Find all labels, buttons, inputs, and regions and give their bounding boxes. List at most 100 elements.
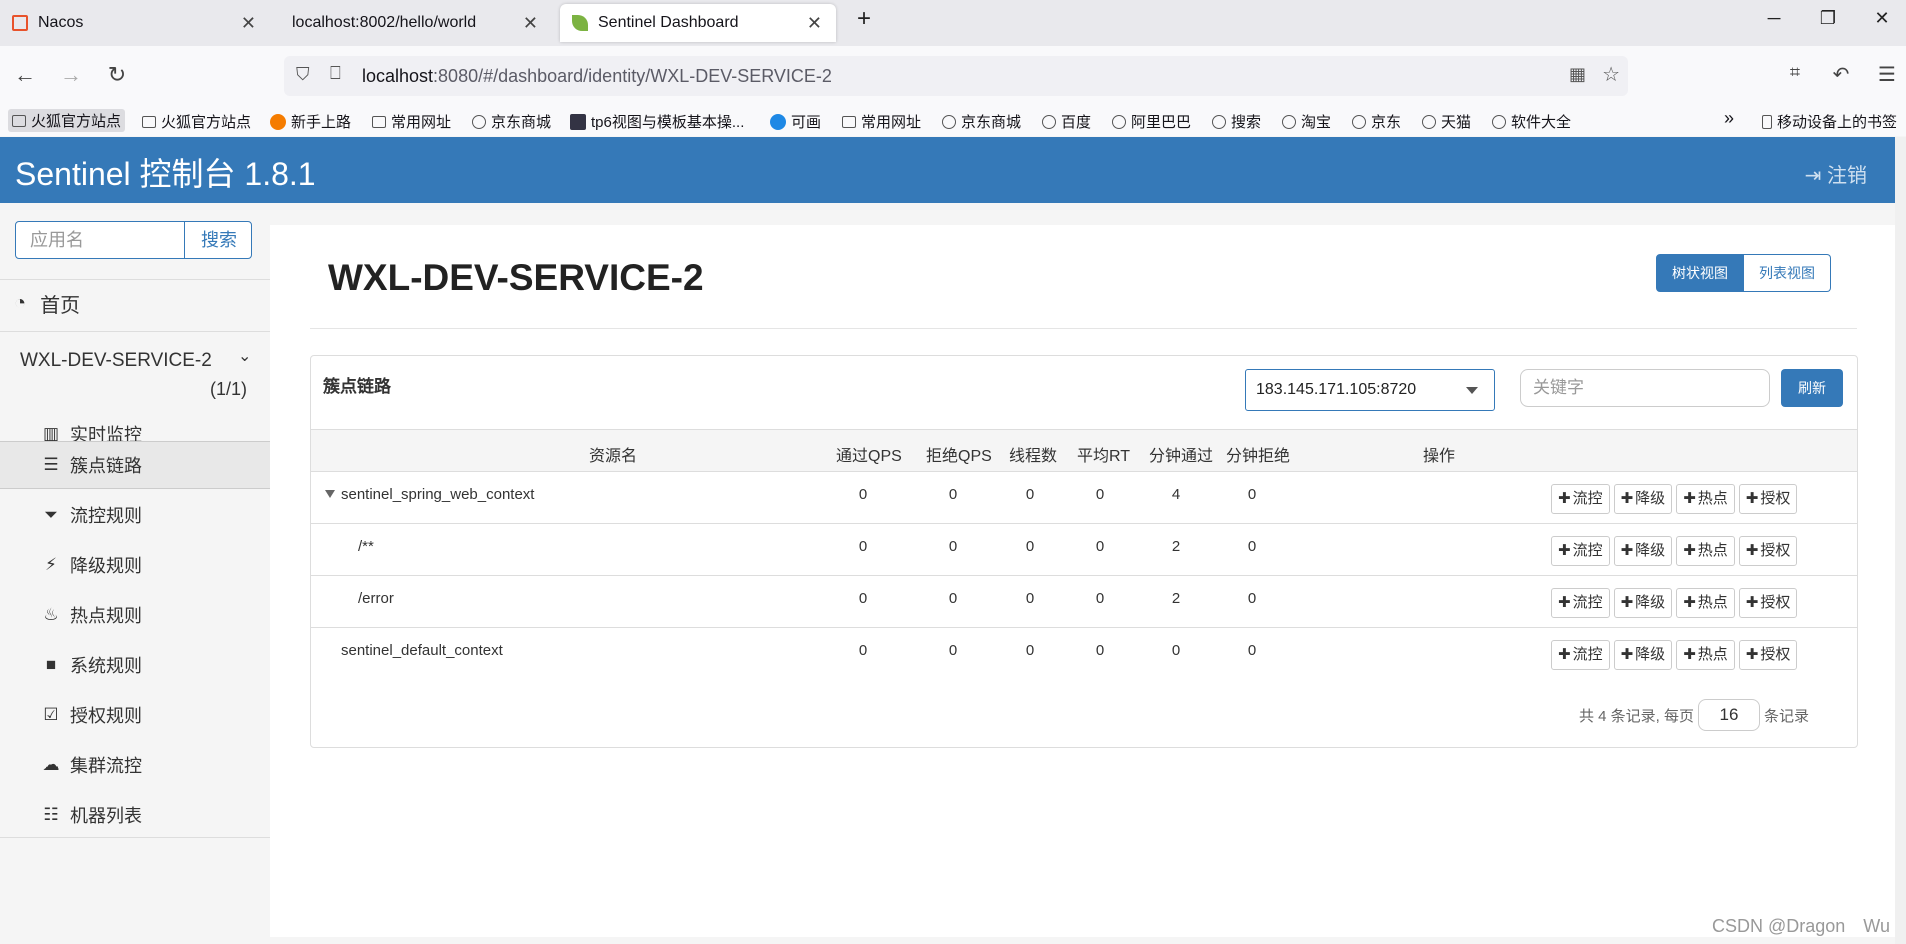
sidebar-item-authority-rules[interactable]: ☑ 授权规则 (0, 691, 270, 739)
back-icon[interactable]: ← (10, 62, 40, 88)
bookmark-item[interactable]: 可画 (770, 111, 821, 132)
resource-name[interactable]: sentinel_spring_web_context (325, 486, 534, 503)
add-flow-rule-button[interactable]: ✚ 流控 (1551, 484, 1610, 514)
add-authority-rule-button[interactable]: ✚ 授权 (1738, 640, 1798, 670)
bookmark-item[interactable]: 淘宝 (1282, 111, 1331, 132)
shield-icon[interactable]: ⛉ (296, 64, 310, 85)
close-icon[interactable]: ✕ (807, 13, 822, 34)
list-view-button[interactable]: 列表视图 (1744, 254, 1831, 292)
sidebar-item-cluster-flow[interactable]: ☁ 集群流控 (0, 741, 270, 789)
chevron-down-icon[interactable]: ⌄ (238, 346, 251, 366)
bookmark-item[interactable]: 火狐官方站点 (8, 109, 126, 132)
bookmark-item[interactable]: 京东 (1352, 111, 1401, 132)
bookmark-item[interactable]: tp6视图与模板基本操... (570, 111, 744, 132)
globe-icon (1212, 114, 1226, 129)
bookmark-item[interactable]: 软件大全 (1492, 111, 1571, 132)
bookmark-item[interactable]: 百度 (1042, 111, 1091, 132)
add-degrade-rule-button[interactable]: ✚ 降级 (1613, 484, 1673, 514)
add-degrade-rule-button[interactable]: ✚ 降级 (1613, 536, 1673, 566)
new-tab-button[interactable]: + (844, 5, 884, 33)
sidebar-item-system-rules[interactable]: ■ 系统规则 (0, 641, 270, 689)
avg-rt: 0 (1095, 590, 1105, 607)
url-bar[interactable]: ⛉ ⎕ localhost:8080/#/dashboard/identity/… (284, 56, 1628, 96)
more-bookmarks-icon[interactable]: » (1724, 108, 1734, 129)
dashboard-icon: ◔ (14, 292, 27, 314)
add-degrade-rule-button[interactable]: ✚ 降级 (1613, 588, 1673, 618)
star-icon[interactable]: ☆ (1602, 62, 1620, 87)
bookmark-item[interactable]: 火狐官方站点 (142, 111, 251, 132)
reload-icon[interactable]: ↻ (102, 62, 132, 88)
table-row: sentinel_spring_web_context 0 0 0 0 4 0 … (311, 472, 1857, 524)
keyword-input[interactable] (1520, 369, 1770, 407)
tab-localhost[interactable]: localhost:8002/hello/world ✕ (276, 4, 552, 42)
mobile-bookmarks[interactable]: 移动设备上的书签 (1762, 111, 1897, 132)
refresh-button[interactable]: 刷新 (1781, 369, 1843, 407)
add-hotspot-rule-button[interactable]: ✚ 热点 (1676, 640, 1735, 670)
tab-sentinel[interactable]: Sentinel Dashboard ✕ (560, 4, 836, 42)
app-group-title[interactable]: WXL-DEV-SERVICE-2 (20, 350, 212, 372)
search-button[interactable]: 搜索 (184, 222, 253, 258)
url-text[interactable]: localhost:8080/#/dashboard/identity/WXL-… (362, 66, 832, 87)
restore-icon[interactable]: ❐ (1808, 8, 1848, 29)
url-host: localhost (362, 66, 434, 86)
minute-pass: 0 (1171, 642, 1181, 659)
close-icon[interactable]: ✕ (241, 13, 256, 34)
bookmark-item[interactable]: 搜索 (1212, 111, 1261, 132)
bookmark-label: 可画 (791, 114, 822, 131)
list-icon: ☰ (43, 455, 59, 474)
page-info-icon[interactable]: ⎕ (330, 63, 341, 84)
close-window-icon[interactable]: ✕ (1862, 8, 1902, 29)
bookmark-item[interactable]: 阿里巴巴 (1112, 111, 1191, 132)
bookmark-item[interactable]: 新手上路 (270, 111, 351, 132)
app-title[interactable]: Sentinel 控制台 1.8.1 (15, 149, 316, 195)
block-qps: 0 (948, 642, 958, 659)
machine-select[interactable]: 183.145.171.105:8720 (1245, 369, 1495, 411)
add-flow-rule-button[interactable]: ✚ 流控 (1551, 640, 1610, 670)
bookmark-item[interactable]: 常用网址 (842, 111, 921, 132)
qr-code-icon[interactable]: ▦ (1569, 64, 1586, 85)
thread-count: 0 (1025, 538, 1035, 555)
add-hotspot-rule-button[interactable]: ✚ 热点 (1676, 536, 1735, 566)
tree-view-button[interactable]: 树状视图 (1656, 254, 1744, 292)
button-label: 降级 (1635, 542, 1666, 559)
add-authority-rule-button[interactable]: ✚ 授权 (1738, 484, 1798, 514)
sidebar-item-hotspot-rules[interactable]: ♨ 热点规则 (0, 591, 270, 639)
sidebar-item-machine-list[interactable]: ☷ 机器列表 (0, 791, 270, 839)
forward-icon[interactable]: → (56, 62, 86, 88)
add-flow-rule-button[interactable]: ✚ 流控 (1551, 536, 1610, 566)
add-degrade-rule-button[interactable]: ✚ 降级 (1613, 640, 1673, 670)
bookmark-item[interactable]: 京东商城 (942, 111, 1021, 132)
minute-block: 0 (1247, 486, 1257, 503)
minimize-icon[interactable]: ─ (1754, 8, 1794, 29)
tab-nacos[interactable]: Nacos ✕ (0, 4, 270, 42)
cloud-icon: ☁ (42, 755, 60, 774)
undo-icon[interactable]: ↶ (1826, 62, 1856, 87)
add-authority-rule-button[interactable]: ✚ 授权 (1738, 536, 1798, 566)
sidebar: 搜索 ◔ 首页 WXL-DEV-SERVICE-2 ⌄ (1/1) ▥实时监控 … (0, 203, 270, 944)
sidebar-item-flow-rules[interactable]: ⏷ 流控规则 (0, 491, 270, 539)
bookmark-item[interactable]: 天猫 (1422, 111, 1471, 132)
scrollbar[interactable] (1895, 137, 1906, 944)
column-header: 资源名 (589, 448, 638, 465)
column-header: 分钟通过 (1149, 448, 1214, 465)
sidebar-item-home[interactable]: ◔ 首页 (14, 289, 80, 318)
add-flow-rule-button[interactable]: ✚ 流控 (1551, 588, 1610, 618)
sidebar-item-cluster-link[interactable]: ☰ 簇点链路 (0, 441, 270, 489)
add-hotspot-rule-button[interactable]: ✚ 热点 (1676, 484, 1735, 514)
bookmark-label: 搜索 (1231, 114, 1262, 131)
add-hotspot-rule-button[interactable]: ✚ 热点 (1676, 588, 1735, 618)
crop-icon[interactable]: ⌗ (1780, 62, 1810, 83)
caret-down-icon[interactable] (325, 490, 335, 498)
add-authority-rule-button[interactable]: ✚ 授权 (1738, 588, 1798, 618)
app-search-input[interactable] (16, 222, 212, 258)
close-icon[interactable]: ✕ (523, 13, 538, 34)
sidebar-item-degrade-rules[interactable]: ⚡ 降级规则 (0, 541, 270, 589)
page-size-input[interactable] (1698, 699, 1761, 731)
mobile-icon (1762, 114, 1772, 129)
bookmark-item[interactable]: 京东商城 (472, 111, 551, 132)
menu-icon[interactable]: ☰ (1872, 62, 1902, 87)
divider (0, 331, 270, 332)
logout-link[interactable]: ⇥ 注销 (1805, 159, 1867, 188)
sidebar-item-label: 簇点链路 (70, 456, 142, 476)
bookmark-item[interactable]: 常用网址 (372, 111, 451, 132)
